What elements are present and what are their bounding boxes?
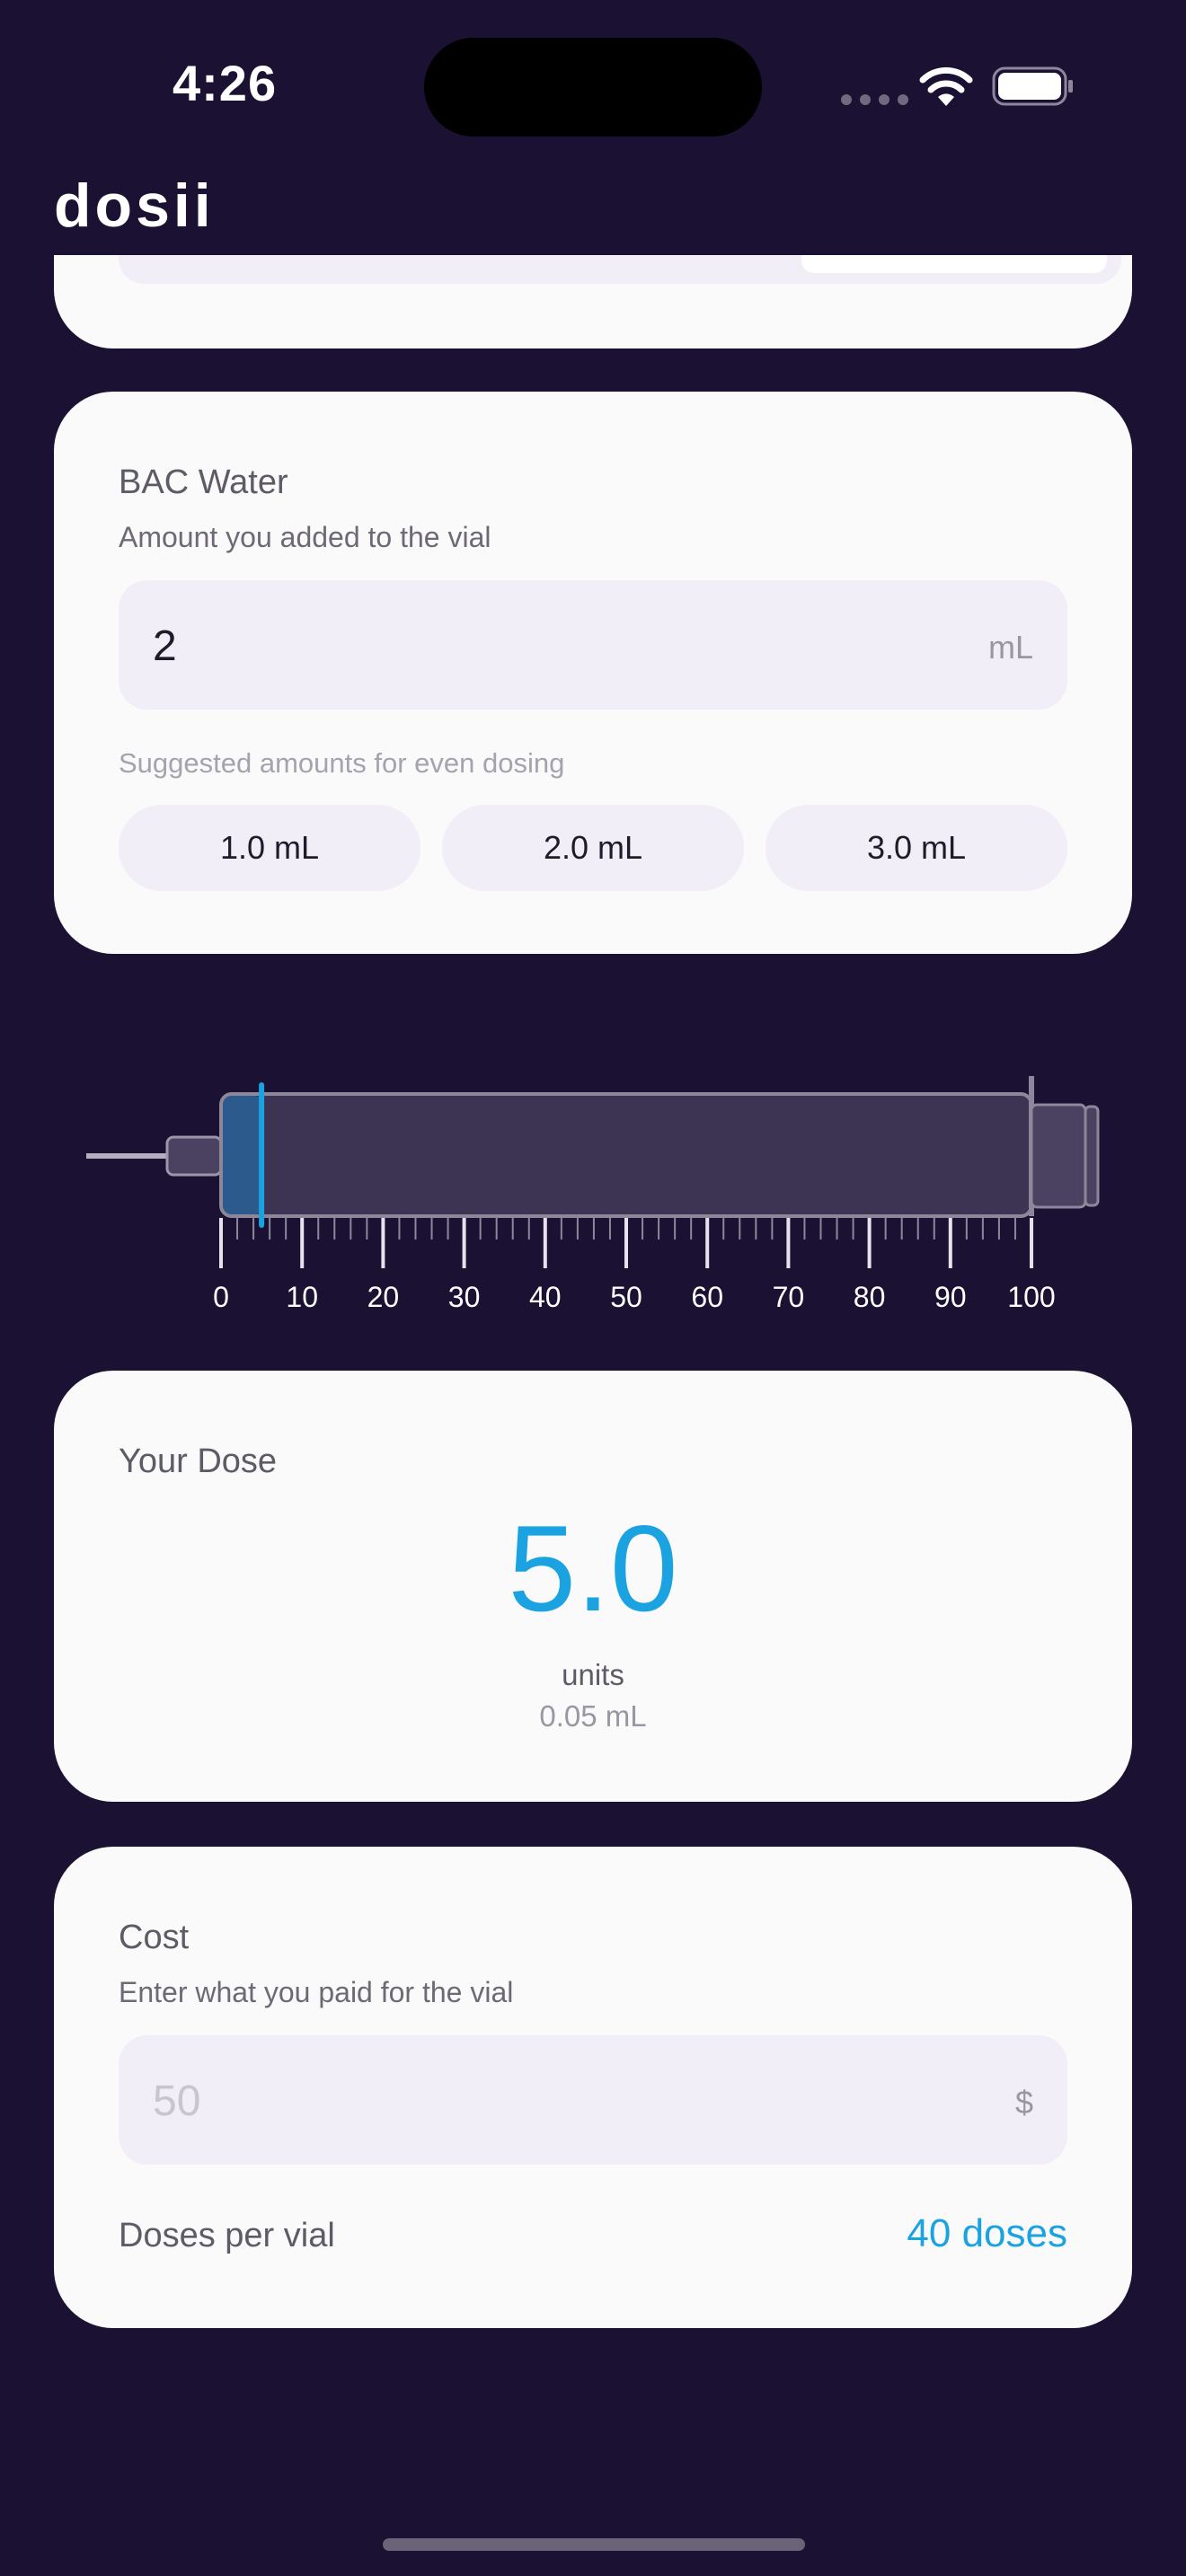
scale-label: 80: [854, 1281, 886, 1313]
dose-volume: 0.05 mL: [539, 1699, 647, 1733]
cost-placeholder: 50: [153, 2078, 201, 2125]
doses-per-vial-label: Doses per vial: [119, 2217, 335, 2254]
cost-currency: $: [1014, 2084, 1033, 2121]
scale-label: 30: [448, 1281, 481, 1313]
scale-label: 60: [691, 1281, 723, 1313]
dose-title: Your Dose: [119, 1442, 278, 1480]
syringe-hub: [165, 1135, 223, 1177]
syringe-scale: 0 10 20 30 40 50 60 70 80 90 100: [213, 1218, 1056, 1313]
status-time: 4:26: [173, 55, 278, 111]
scale-label: 90: [934, 1281, 967, 1313]
scale-label: 50: [610, 1281, 642, 1313]
syringe-plunger: [1030, 1103, 1087, 1209]
syringe-plunger-cap: [1084, 1105, 1100, 1207]
dose-value: 5.0: [508, 1500, 678, 1636]
scale-label: 70: [773, 1281, 805, 1313]
bac-water-value: 2: [153, 622, 177, 670]
suggested-amounts-hint: Suggested amounts for even dosing: [119, 747, 565, 779]
bac-water-input[interactable]: 2 mL: [119, 580, 1067, 710]
cost-title: Cost: [119, 1919, 190, 1956]
previous-field-segment: [801, 255, 1107, 273]
wifi-icon: [919, 66, 973, 106]
bac-water-card: BAC Water Amount you added to the vial 2…: [54, 392, 1132, 954]
syringe-graphic: 0 10 20 30 40 50 60 70 80 90 100: [86, 1076, 1100, 1313]
cost-card: Cost Enter what you paid for the vial 50…: [54, 1847, 1132, 2328]
app-logo: dosii: [54, 172, 215, 240]
bac-water-title: BAC Water: [119, 463, 288, 501]
syringe-fill: [223, 1096, 264, 1214]
battery-icon: [992, 66, 1073, 106]
cost-input[interactable]: 50 $: [119, 2035, 1067, 2165]
scale-label: 100: [1007, 1281, 1055, 1313]
scale-label: 10: [286, 1281, 318, 1313]
dynamic-island: [424, 38, 762, 137]
scale-label: 0: [213, 1281, 229, 1313]
cellular-signal-icon: [841, 94, 908, 105]
app-screen: 4:26 dosii BAC Water Amount you added to…: [0, 0, 1186, 2576]
cost-subtitle: Enter what you paid for the vial: [119, 1976, 514, 2008]
previous-field[interactable]: [119, 255, 1121, 284]
dose-units-label: units: [562, 1658, 624, 1691]
dose-card: Your Dose 5.0 units 0.05 mL: [54, 1371, 1132, 1802]
home-indicator: [383, 2538, 805, 2551]
bac-water-unit: mL: [987, 629, 1033, 666]
previous-card: [54, 255, 1132, 348]
scale-label: 40: [529, 1281, 562, 1313]
doses-per-vial-value: 40 doses: [907, 2211, 1067, 2255]
scale-label: 20: [367, 1281, 400, 1313]
bac-water-subtitle: Amount you added to the vial: [119, 521, 491, 553]
suggestion-chip-2[interactable]: 2.0 mL: [442, 805, 744, 891]
suggestion-chip-1[interactable]: 1.0 mL: [119, 805, 420, 891]
suggestion-chip-3[interactable]: 3.0 mL: [766, 805, 1067, 891]
syringe-barrel: [219, 1092, 1033, 1218]
